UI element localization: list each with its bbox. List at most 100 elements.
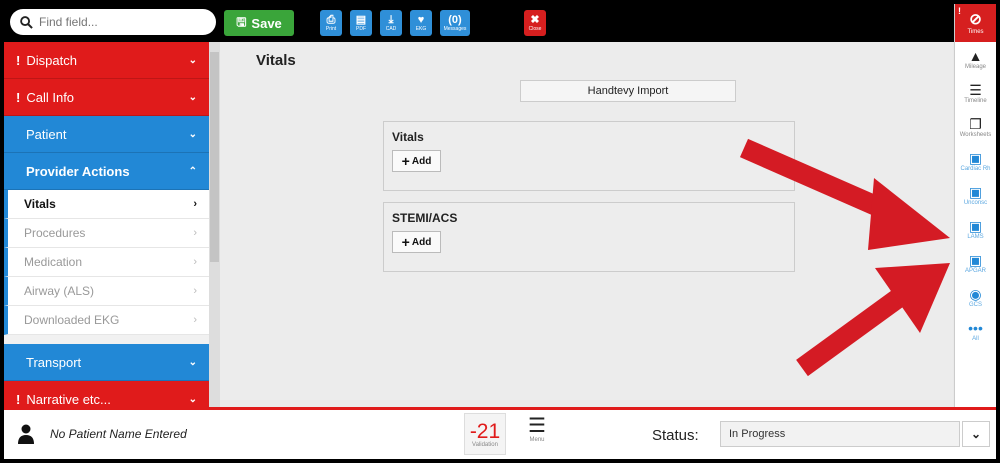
sidebar-section-dispatch[interactable]: ! Dispatch ⌄ — [4, 42, 209, 79]
clock-icon: ⊘ — [969, 10, 982, 28]
section-title: STEMI/ACS — [392, 211, 458, 225]
arrow-lower — [796, 263, 950, 377]
pdf-button[interactable]: ▤ PDF — [350, 10, 372, 36]
add-vitals-button[interactable]: + Add — [392, 150, 441, 172]
handtevy-import-button[interactable]: Handtevy Import — [520, 80, 736, 102]
status-select[interactable]: In Progress — [720, 421, 960, 447]
ekg-icon: ♥ — [417, 13, 425, 26]
sidebar-section-label: Dispatch — [26, 52, 77, 68]
page-title: Vitals — [256, 52, 296, 69]
right-toolbar: ! ⊘ Times ▲ Mileage ☰ Timeline ❐ Workshe… — [954, 4, 996, 407]
sidebar-item-medication[interactable]: Medication › — [4, 248, 209, 277]
alert-icon: ! — [16, 89, 21, 105]
messages-button[interactable]: (0) Messages — [440, 10, 470, 36]
save-button[interactable]: 🖫 Save — [224, 10, 294, 36]
medical-kit-icon: ▣ — [968, 251, 983, 268]
plus-icon: + — [401, 153, 410, 169]
times-label: Times — [967, 28, 984, 35]
all-button[interactable]: ••• All — [955, 314, 996, 348]
mileage-label: Mileage — [964, 63, 986, 70]
sidebar-item-downloaded-ekg[interactable]: Downloaded EKG › — [4, 306, 209, 335]
print-icon: ⎙ — [326, 13, 336, 26]
sidebar-item-label: Airway (ALS) — [24, 284, 95, 298]
chevron-right-icon: › — [193, 314, 197, 326]
chevron-right-icon: › — [193, 198, 197, 210]
medical-kit-icon: ▣ — [968, 183, 983, 200]
alert-icon: ! — [16, 52, 21, 68]
close-label: Close — [528, 25, 542, 32]
close-icon: ✖ — [530, 13, 540, 26]
search-icon — [20, 15, 33, 29]
sidebar-section-call-info[interactable]: ! Call Info ⌄ — [4, 79, 209, 116]
chevron-down-icon: ⌄ — [188, 54, 197, 66]
validation-button[interactable]: -21 Validation — [464, 413, 506, 455]
times-button[interactable]: ! ⊘ Times — [955, 4, 996, 42]
sidebar-item-label: Procedures — [24, 226, 86, 240]
close-button[interactable]: ✖ Close — [524, 10, 546, 36]
alert-icon: ! — [958, 6, 961, 16]
plus-icon: + — [401, 234, 410, 250]
chevron-up-icon: ⌃ — [188, 165, 197, 177]
sidebar-item-airway[interactable]: Airway (ALS) › — [4, 277, 209, 306]
worksheets-button[interactable]: ❐ Worksheets — [955, 110, 996, 144]
chevron-down-icon: ⌄ — [188, 393, 197, 405]
validation-label: Validation — [472, 441, 498, 448]
cardiac-button[interactable]: ▣ Cardiac Rh — [955, 144, 996, 178]
app-window: 🖫 Save ⎙ Print ▤ PDF ⤓ CAD ♥ EKG (0) Mes… — [4, 4, 996, 459]
top-toolbar: 🖫 Save ⎙ Print ▤ PDF ⤓ CAD ♥ EKG (0) Mes… — [4, 4, 954, 42]
ekg-button[interactable]: ♥ EKG — [410, 10, 432, 36]
save-label: Save — [251, 15, 282, 31]
lams-label: LAMS — [967, 233, 984, 240]
add-label: Add — [411, 236, 432, 248]
sidebar-section-patient[interactable]: Patient ⌄ — [4, 116, 209, 153]
sidebar-section-transport[interactable]: Transport ⌄ — [4, 344, 209, 381]
medical-kit-icon: ▣ — [968, 149, 983, 166]
sidebar-section-label: Patient — [26, 126, 67, 142]
timeline-label: Timeline — [964, 97, 987, 104]
apgar-button[interactable]: ▣ APGAR — [955, 246, 996, 280]
road-icon: ▲ — [968, 47, 983, 64]
sidebar-item-procedures[interactable]: Procedures › — [4, 219, 209, 248]
patient-name: No Patient Name Entered — [50, 427, 187, 441]
add-stemi-button[interactable]: + Add — [392, 231, 441, 253]
sidebar-section-label: Transport — [26, 354, 82, 370]
ellipsis-icon: ••• — [968, 319, 983, 336]
cad-button[interactable]: ⤓ CAD — [380, 10, 402, 36]
status-label: Status: — [652, 427, 699, 444]
ekg-label: EKG — [415, 25, 427, 32]
timeline-button[interactable]: ☰ Timeline — [955, 76, 996, 110]
patient-name-area[interactable]: No Patient Name Entered — [18, 424, 187, 444]
apgar-label: APGAR — [964, 267, 986, 274]
sidebar-item-label: Downloaded EKG — [24, 313, 120, 327]
validation-count: -21 — [469, 419, 501, 443]
gcs-button[interactable]: ◉ GCS — [955, 280, 996, 314]
sidebar-section-label: Narrative etc... — [26, 391, 111, 407]
chevron-down-icon: ⌄ — [188, 356, 197, 368]
sliders-icon: ☰ — [969, 81, 982, 98]
lams-button[interactable]: ▣ LAMS — [955, 212, 996, 246]
unconscious-button[interactable]: ▣ Unconsc — [955, 178, 996, 212]
scrollbar-thumb[interactable] — [210, 52, 219, 262]
mileage-button[interactable]: ▲ Mileage — [955, 42, 996, 76]
sidebar-scrollbar[interactable] — [209, 42, 220, 407]
worksheets-label: Worksheets — [959, 131, 992, 138]
copy-icon: ❐ — [969, 115, 982, 132]
print-label: Print — [325, 25, 337, 32]
chevron-right-icon: › — [193, 285, 197, 297]
print-button[interactable]: ⎙ Print — [320, 10, 342, 36]
floppy-icon: 🖫 — [236, 14, 247, 29]
menu-label: Menu — [529, 437, 545, 443]
section-title: Vitals — [392, 130, 424, 144]
sidebar-section-provider-actions[interactable]: Provider Actions ⌃ — [4, 153, 209, 190]
add-label: Add — [411, 155, 432, 167]
gcs-label: GCS — [968, 301, 982, 308]
search-box[interactable] — [10, 9, 216, 35]
chevron-down-icon[interactable]: ⌄ — [962, 421, 990, 447]
search-input[interactable] — [39, 15, 189, 29]
menu-button[interactable]: ☰ Menu — [522, 415, 552, 443]
sidebar-section-label: Provider Actions — [26, 163, 130, 179]
chevron-right-icon: › — [193, 227, 197, 239]
medical-kit-icon: ▣ — [968, 217, 983, 234]
sidebar-item-vitals[interactable]: Vitals › — [4, 190, 209, 219]
pdf-icon: ▤ — [355, 13, 367, 26]
